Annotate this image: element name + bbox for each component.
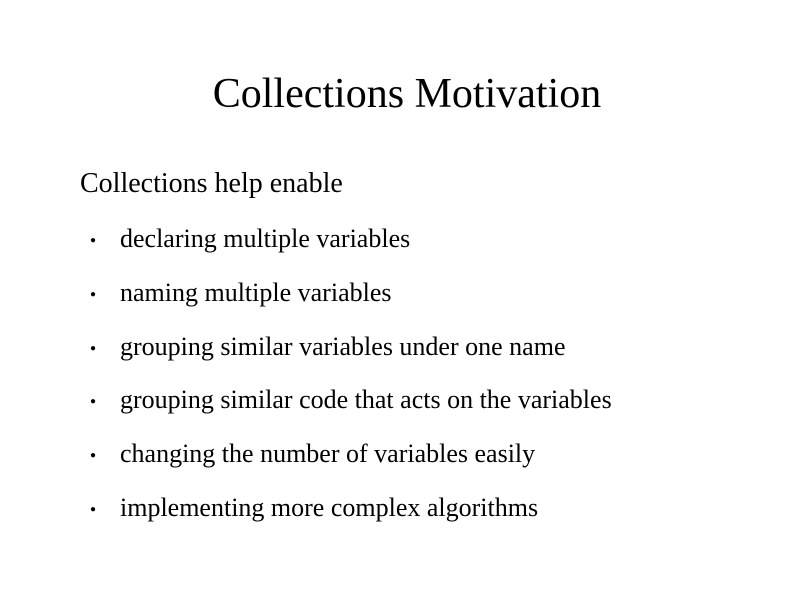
- bullet-list: declaring multiple variables naming mult…: [80, 222, 734, 525]
- slide-title: Collections Motivation: [80, 70, 734, 118]
- list-item: grouping similar code that acts on the v…: [80, 383, 734, 417]
- list-item: naming multiple variables: [80, 276, 734, 310]
- slide-subtitle: Collections help enable: [80, 168, 734, 200]
- list-item: implementing more complex algorithms: [80, 491, 734, 525]
- list-item: declaring multiple variables: [80, 222, 734, 256]
- list-item: grouping similar variables under one nam…: [80, 330, 734, 364]
- list-item: changing the number of variables easily: [80, 437, 734, 471]
